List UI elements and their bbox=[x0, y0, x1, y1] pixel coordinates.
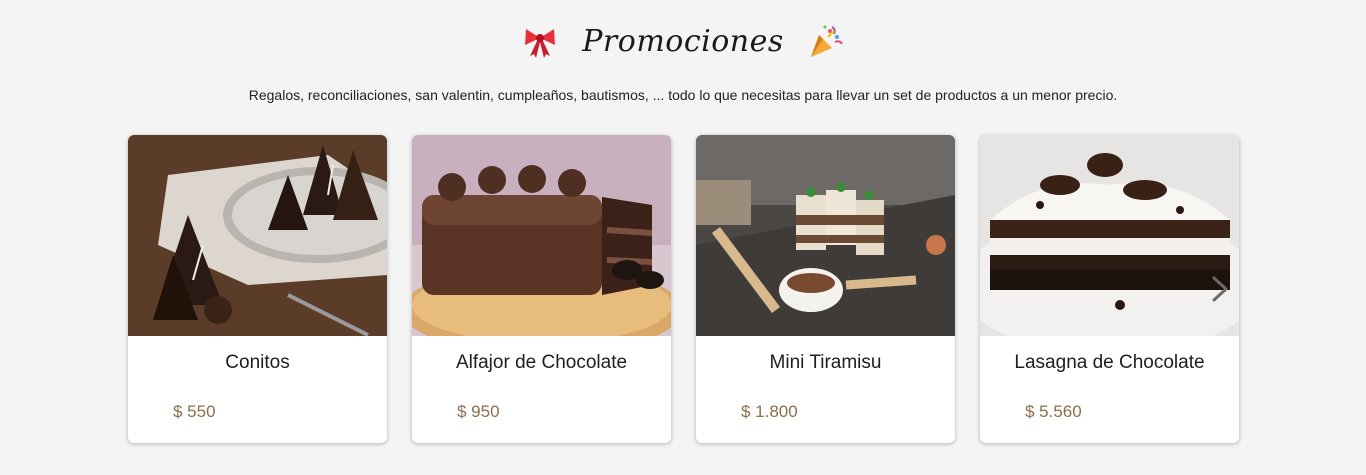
product-price: $ 550 bbox=[173, 402, 216, 421]
party-popper-icon bbox=[810, 25, 843, 57]
product-price: $ 5.560 bbox=[1025, 402, 1082, 421]
product-carousel: Conitos $ 550 Alfajor de Chocolate $ 950 bbox=[128, 135, 1239, 443]
ribbon-bow-icon bbox=[525, 29, 556, 58]
promotions-description: Regalos, reconciliaciones, san valentin,… bbox=[248, 87, 1118, 103]
chocolate-lasagna-photo bbox=[980, 135, 1239, 336]
product-card[interactable]: Mini Tiramisu $ 1.800 bbox=[696, 135, 955, 443]
promotions-header: Promociones bbox=[0, 18, 1366, 64]
chocolate-cake-photo bbox=[412, 135, 671, 336]
product-name[interactable]: Mini Tiramisu bbox=[696, 352, 955, 374]
product-name[interactable]: Conitos bbox=[128, 352, 387, 374]
product-price: $ 1.800 bbox=[741, 402, 798, 421]
page-title: Promociones bbox=[582, 23, 784, 59]
product-name[interactable]: Lasagna de Chocolate bbox=[980, 352, 1239, 374]
product-name[interactable]: Alfajor de Chocolate bbox=[412, 352, 671, 374]
product-price: $ 950 bbox=[457, 402, 500, 421]
product-card[interactable]: Lasagna de Chocolate $ 5.560 bbox=[980, 135, 1239, 443]
chocolate-cones-photo bbox=[128, 135, 387, 336]
product-card[interactable]: Conitos $ 550 bbox=[128, 135, 387, 443]
chevron-right-icon[interactable] bbox=[1210, 276, 1230, 302]
product-card[interactable]: Alfajor de Chocolate $ 950 bbox=[412, 135, 671, 443]
mini-tiramisu-photo bbox=[696, 135, 955, 336]
